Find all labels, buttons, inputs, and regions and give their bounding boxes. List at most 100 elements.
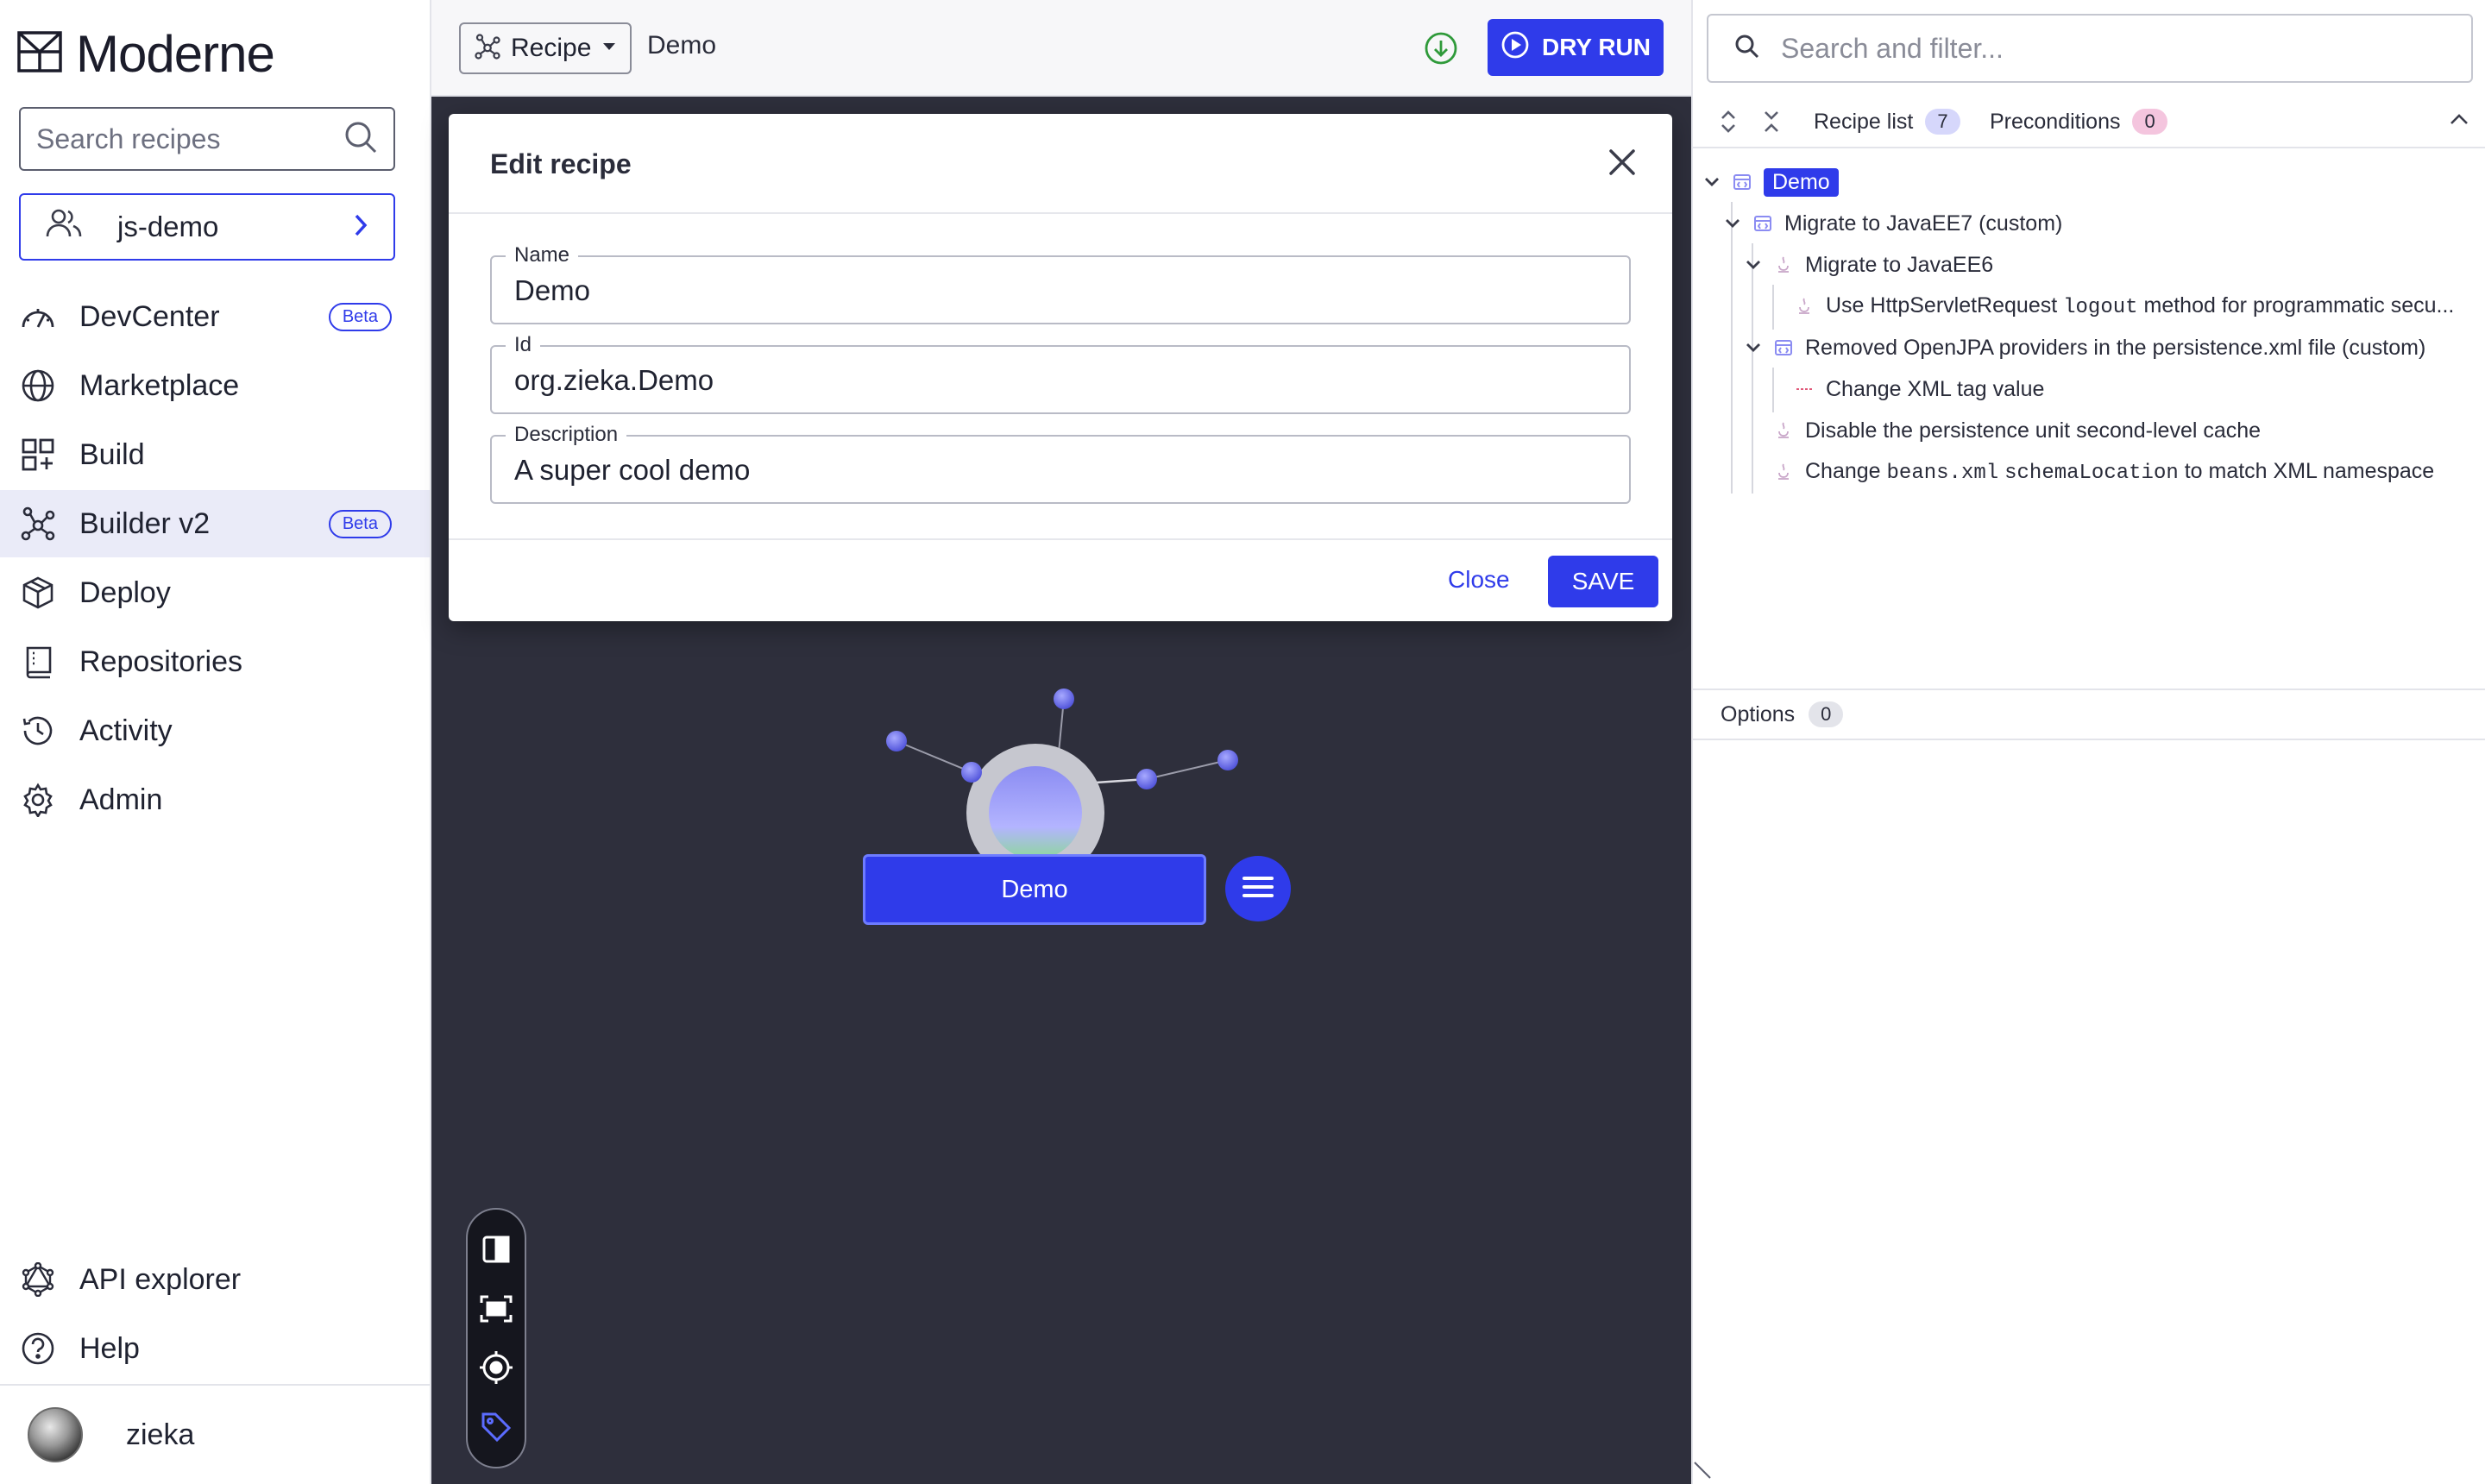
user-name: zieka (126, 1418, 195, 1451)
nav-admin[interactable]: Admin (0, 766, 430, 833)
organization-name: js-demo (117, 211, 219, 242)
tab-preconditions[interactable]: Preconditions 0 (1990, 109, 2167, 135)
user-profile[interactable]: zieka (0, 1384, 430, 1484)
graph-dot (961, 762, 982, 783)
dialog-header: Edit recipe (449, 114, 1672, 214)
save-button[interactable]: SAVE (1548, 556, 1658, 607)
tree-item[interactable]: Removed OpenJPA providers in the persist… (1743, 329, 2425, 367)
tree-item-label: Change beans.xml schemaLocation to match… (1805, 459, 2435, 485)
id-field: Id (490, 333, 1631, 414)
tab-recipe-list[interactable]: Recipe list 7 (1814, 109, 1960, 135)
tree-item-label: Disable the persistence unit second-leve… (1805, 418, 2262, 443)
gauge-icon (19, 298, 57, 336)
search-recipes[interactable] (19, 107, 395, 171)
top-bar: Recipe Demo DRY RUN (431, 0, 1691, 97)
nav-devcenter[interactable]: DevCenter Beta (0, 283, 430, 350)
tag-icon[interactable] (475, 1406, 517, 1448)
network-icon (19, 505, 57, 543)
id-input[interactable] (514, 364, 1610, 397)
crosshair-icon[interactable] (475, 1347, 517, 1388)
java-icon (1795, 297, 1814, 316)
search-icon[interactable] (343, 120, 378, 159)
tree-item-label: Use HttpServletRequest logout method for… (1826, 293, 2455, 319)
canvas-toolbar (466, 1208, 526, 1468)
chevron-down-icon[interactable] (1743, 260, 1764, 270)
sidebar: Moderne js-demo D (0, 0, 431, 1484)
toggle-panel-icon[interactable] (475, 1229, 517, 1270)
search-filter-input[interactable] (1781, 32, 2454, 65)
download-icon[interactable] (1424, 31, 1458, 70)
nav-label: Builder v2 (79, 506, 211, 540)
nav-builder-v2[interactable]: Builder v2 Beta (0, 490, 430, 557)
tree-guide (1772, 368, 1774, 412)
tab-label: Recipe list (1814, 109, 1914, 134)
options-section[interactable]: Options 0 (1693, 689, 2485, 740)
globe-icon (19, 367, 57, 405)
search-recipes-input[interactable] (36, 123, 321, 155)
tree-item-root[interactable]: Demo (1702, 163, 1839, 201)
moderne-logo-icon (17, 30, 62, 77)
count-badge: 7 (1925, 109, 1960, 135)
recipe-panel: Recipe list 7 Preconditions 0 Demo Migra… (1691, 0, 2485, 1484)
chevron-right-icon (352, 213, 369, 242)
description-input[interactable] (514, 454, 1610, 487)
recipe-type-select[interactable]: Recipe (459, 22, 632, 74)
package-icon (19, 574, 57, 612)
graph-dot (886, 731, 907, 751)
dialog-title: Edit recipe (490, 148, 632, 179)
expand-all-icon[interactable] (1719, 109, 1738, 139)
tree-item-label: Demo (1764, 167, 1839, 197)
repository-icon (19, 643, 57, 681)
name-field: Name (490, 243, 1631, 324)
tree-item[interactable]: Migrate to JavaEE6 (1743, 246, 1993, 284)
nav-marketplace[interactable]: Marketplace (0, 352, 430, 419)
edit-recipe-dialog: Edit recipe Name Id Description Close SA… (449, 114, 1672, 621)
hamburger-icon (1241, 874, 1275, 904)
count-badge: 0 (2132, 109, 2167, 135)
dialog-footer: Close SAVE (449, 538, 1672, 621)
organization-selector[interactable]: js-demo (19, 193, 395, 261)
resize-handle-icon[interactable] (1693, 1459, 1714, 1484)
nav-deploy[interactable]: Deploy (0, 559, 430, 626)
logo[interactable]: Moderne (17, 25, 275, 83)
nav-label: API explorer (79, 1262, 242, 1296)
tree-item[interactable]: Use HttpServletRequest logout method for… (1795, 287, 2485, 325)
chevron-up-icon[interactable] (2449, 112, 2469, 130)
nav-api-explorer[interactable]: API explorer (0, 1246, 430, 1313)
avatar (28, 1407, 83, 1462)
close-button[interactable]: Close (1448, 566, 1510, 594)
nav-activity[interactable]: Activity (0, 697, 430, 764)
node-menu-button[interactable] (1225, 856, 1291, 921)
name-input[interactable] (514, 274, 1610, 307)
tree-guide (1731, 202, 1733, 494)
history-icon (19, 712, 57, 750)
composite-recipe-icon (1753, 214, 1772, 233)
chevron-down-icon[interactable] (1743, 343, 1764, 353)
graph-dot (1136, 769, 1157, 789)
nav-label: DevCenter (79, 299, 220, 333)
recipe-node[interactable]: Demo (863, 854, 1206, 925)
nav-help[interactable]: Help (0, 1315, 430, 1382)
dry-run-button[interactable]: DRY RUN (1488, 19, 1664, 76)
panel-tabs: Recipe list 7 Preconditions 0 (1693, 97, 2485, 148)
tree-item[interactable]: Change XML tag value (1795, 370, 2044, 408)
tree-item[interactable]: Migrate to JavaEE7 (custom) (1722, 204, 2062, 242)
chevron-down-icon[interactable] (1702, 177, 1722, 187)
search-icon (1734, 34, 1760, 64)
nav-build[interactable]: Build (0, 421, 430, 488)
nav-repositories[interactable]: Repositories (0, 628, 430, 695)
gear-icon (19, 781, 57, 819)
collapse-all-icon[interactable] (1762, 109, 1781, 139)
breadcrumb: Demo (647, 31, 717, 60)
fit-view-icon[interactable] (475, 1288, 517, 1330)
nav-label: Build (79, 437, 145, 471)
chevron-down-icon[interactable] (1722, 218, 1743, 229)
tree-item[interactable]: Change beans.xml schemaLocation to match… (1774, 453, 2434, 491)
count-badge: 0 (1809, 701, 1844, 727)
tree-item[interactable]: Disable the persistence unit second-leve… (1774, 412, 2261, 450)
close-icon[interactable] (1607, 147, 1638, 182)
tree-guide (1772, 285, 1774, 330)
search-filter[interactable] (1707, 14, 2473, 83)
description-field: Description (490, 423, 1631, 504)
help-icon (19, 1330, 57, 1368)
